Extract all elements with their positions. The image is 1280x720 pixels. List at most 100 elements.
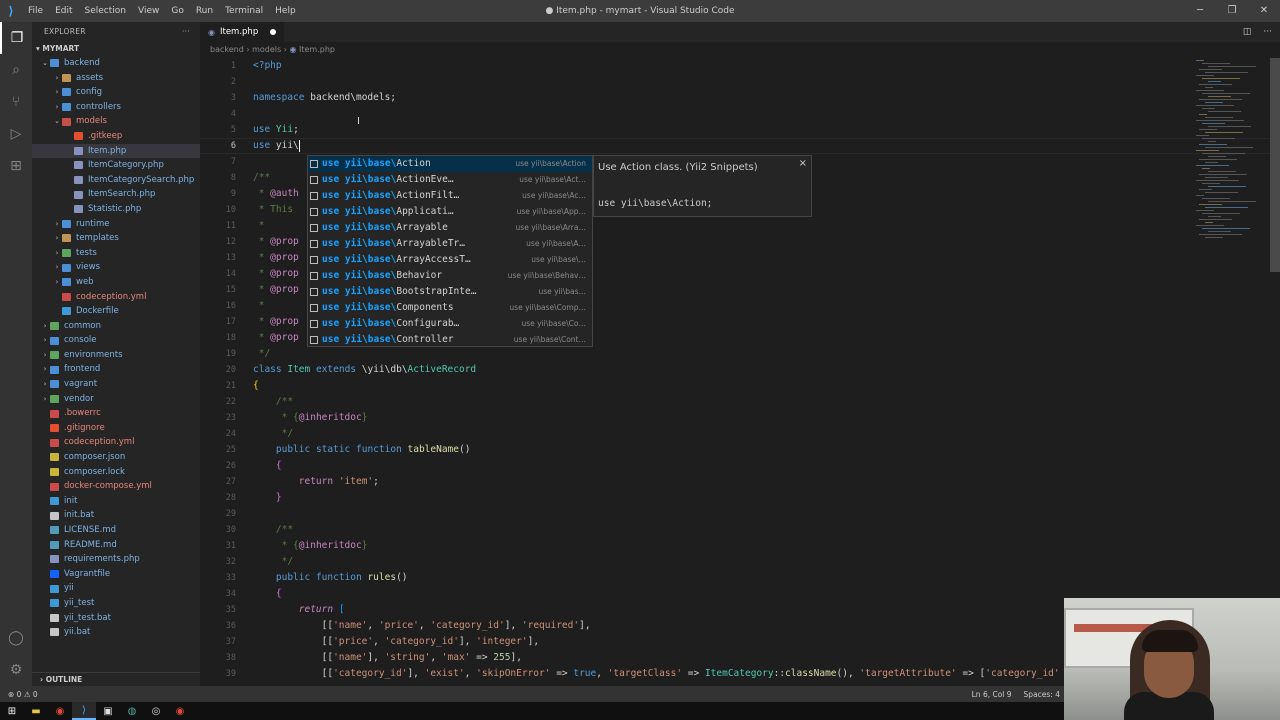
suggestion-item[interactable]: use yii\base\Applicati… use yii\base\App… [308, 204, 592, 220]
code-line[interactable]: 23 * {@inheritdoc} [200, 410, 1280, 426]
suggestion-item[interactable]: use yii\base\Arrayable use yii\base\Arra… [308, 220, 592, 236]
code-line[interactable]: 25 public static function tableName() [200, 442, 1280, 458]
restore-icon[interactable]: ❐ [1216, 0, 1248, 22]
tree-item[interactable]: requirements.php [32, 552, 200, 567]
tree-item[interactable]: › console [32, 333, 200, 348]
suggestion-item[interactable]: use yii\base\Behavior use yii\base\Behav… [308, 268, 592, 284]
suggestion-item[interactable]: use yii\base\ActionFilt… use yii\base\Ac… [308, 188, 592, 204]
source-control-icon[interactable]: ⑂ [0, 86, 32, 118]
code-line[interactable]: 3 namespace backend\models; [200, 90, 1280, 106]
suggestion-item[interactable]: use yii\base\ArrayAccessT… use yii\base\… [308, 252, 592, 268]
outline-section[interactable]: › OUTLINE [32, 672, 200, 686]
tree-item[interactable]: › vagrant [32, 377, 200, 392]
menu-go[interactable]: Go [165, 6, 189, 16]
suggestion-item[interactable]: use yii\base\BootstrapInte… use yii\bas… [308, 284, 592, 300]
tree-item[interactable]: .bowerrc [32, 406, 200, 421]
code-line[interactable]: 31 * {@inheritdoc} [200, 538, 1280, 554]
suggestion-item[interactable]: use yii\base\Components use yii\base\Comp… [308, 300, 592, 316]
code-line[interactable]: 24 */ [200, 426, 1280, 442]
minimize-icon[interactable]: ─ [1184, 0, 1216, 22]
tree-item[interactable]: › assets [32, 71, 200, 86]
github-icon[interactable]: ◎ [144, 702, 168, 720]
code-editor[interactable]: 1 <?php 2 3 namespace backend\models; 4 5 use Y… [200, 58, 1280, 680]
menu-terminal[interactable]: Terminal [219, 6, 269, 16]
chrome-2-icon[interactable]: ◉ [168, 702, 192, 720]
tree-item[interactable]: ⌄ backend [32, 56, 200, 71]
split-editor-icon[interactable]: ◫ [1243, 27, 1252, 37]
suggestion-item[interactable]: use yii\base\Action use yii\base\Action [308, 156, 592, 172]
code-line[interactable]: 2 [200, 74, 1280, 90]
menu-run[interactable]: Run [190, 6, 219, 16]
tree-item[interactable]: yii_test.bat [32, 611, 200, 626]
tree-item[interactable]: .gitkeep [32, 129, 200, 144]
settings-gear-icon[interactable]: ⚙ [0, 654, 32, 686]
tree-item[interactable]: LICENSE.md [32, 523, 200, 538]
windows-start-icon[interactable]: ⊞ [0, 702, 24, 720]
code-line[interactable]: 26 { [200, 458, 1280, 474]
tree-item[interactable]: ⌄ models [32, 114, 200, 129]
tree-item[interactable]: › vendor [32, 392, 200, 407]
tree-item[interactable]: yii_test [32, 596, 200, 611]
tree-item[interactable]: › views [32, 260, 200, 275]
menu-file[interactable]: File [22, 6, 49, 16]
account-icon[interactable]: ◯ [0, 622, 32, 654]
code-line[interactable]: 20 class Item extends \yii\db\ActiveRecor… [200, 362, 1280, 378]
tree-item[interactable]: › environments [32, 348, 200, 363]
tree-item[interactable]: › controllers [32, 100, 200, 115]
tree-item[interactable]: yii [32, 581, 200, 596]
file-explorer-icon[interactable]: ▬ [24, 702, 48, 720]
tree-item[interactable]: README.md [32, 538, 200, 553]
workspace-root[interactable]: ▾ MYMART [32, 42, 200, 56]
menu-view[interactable]: View [132, 6, 165, 16]
code-line[interactable]: 32 */ [200, 554, 1280, 570]
code-line[interactable]: 19 */ [200, 346, 1280, 362]
menu-help[interactable]: Help [269, 6, 302, 16]
tree-item[interactable]: composer.lock [32, 465, 200, 480]
tree-item[interactable]: composer.json [32, 450, 200, 465]
more-actions-icon[interactable]: ··· [1263, 27, 1272, 37]
menu-edit[interactable]: Edit [49, 6, 78, 16]
cursor-position[interactable]: Ln 6, Col 9 [972, 690, 1012, 699]
code-line[interactable]: 27 return 'item'; [200, 474, 1280, 490]
tree-item[interactable]: init.bat [32, 508, 200, 523]
code-line[interactable]: 33 public function rules() [200, 570, 1280, 586]
suggestion-item[interactable]: use yii\base\Configurab… use yii\base\Co… [308, 316, 592, 332]
tree-item[interactable]: ItemCategorySearch.php [32, 173, 200, 188]
code-line[interactable]: 28 } [200, 490, 1280, 506]
suggestion-item[interactable]: use yii\base\Controller use yii\base\Cont… [308, 332, 592, 348]
close-icon[interactable]: ✕ [1248, 0, 1280, 22]
vertical-scrollbar[interactable] [1270, 58, 1280, 272]
run-debug-icon[interactable]: ▷ [0, 118, 32, 150]
terminal-icon[interactable]: ▣ [96, 702, 120, 720]
code-line[interactable]: 21 { [200, 378, 1280, 394]
tree-item[interactable]: init [32, 494, 200, 509]
tree-item[interactable]: Vagrantfile [32, 567, 200, 582]
indentation[interactable]: Spaces: 4 [1024, 690, 1060, 699]
code-line[interactable]: 6 use yii\ [200, 138, 1280, 154]
tree-item[interactable]: › tests [32, 246, 200, 261]
tree-item[interactable]: › templates [32, 231, 200, 246]
tree-item[interactable]: Statistic.php [32, 202, 200, 217]
close-details-icon[interactable]: × [799, 158, 807, 169]
code-line[interactable]: 30 /** [200, 522, 1280, 538]
tab-item-php[interactable]: ◉ Item.php [200, 22, 284, 42]
menu-selection[interactable]: Selection [79, 6, 132, 16]
search-icon[interactable]: ⌕ [0, 54, 32, 86]
tree-item[interactable]: › common [32, 319, 200, 334]
browser-icon[interactable]: ◍ [120, 702, 144, 720]
tree-item[interactable]: › web [32, 275, 200, 290]
unsaved-dot-icon[interactable] [270, 29, 277, 35]
tree-item[interactable]: codeception.yml [32, 435, 200, 450]
more-actions-icon[interactable]: ··· [182, 22, 190, 42]
tree-item[interactable]: › frontend [32, 362, 200, 377]
tree-item[interactable]: › config [32, 85, 200, 100]
suggestion-widget[interactable]: use yii\base\Action use yii\base\Action us… [307, 155, 593, 347]
code-line[interactable]: 22 /** [200, 394, 1280, 410]
vscode-icon[interactable]: ⟩ [72, 702, 96, 720]
tree-item[interactable]: .gitignore [32, 421, 200, 436]
tree-item[interactable]: › runtime [32, 217, 200, 232]
code-line[interactable]: 4 [200, 106, 1280, 122]
chrome-icon[interactable]: ◉ [48, 702, 72, 720]
tree-item[interactable]: ItemCategory.php [32, 158, 200, 173]
tree-item[interactable]: Dockerfile [32, 304, 200, 319]
